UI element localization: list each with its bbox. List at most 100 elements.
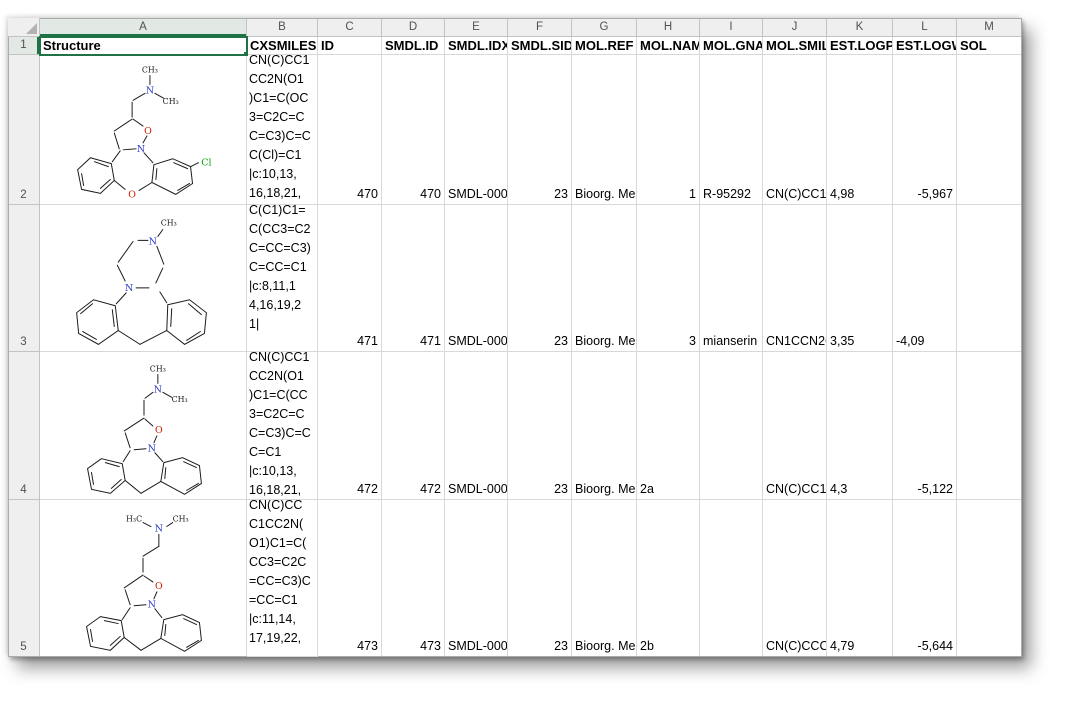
cell-J2[interactable]: CN(C)CC1CC2N(O1)C1=C(OC3=C2C=CC=C3)C=CC(… [763,55,827,205]
cell-H3[interactable]: 3 [637,205,700,352]
cell-G4[interactable]: Bioorg. Med. [572,352,637,500]
column-header-A[interactable]: A [40,18,247,37]
select-all-triangle-icon [26,23,37,34]
cell-F1[interactable]: SMDL.SID [508,37,572,55]
cell-G1[interactable]: MOL.REF [572,37,637,55]
cxsmiles-text: CN(C)CC1 CC2N(O1 )C1=C(OC 3=C2C=C C=C3)C… [249,55,317,203]
cxsmiles-text: CN(C)CC C1CC2N( O1)C1=C( CC3=C2C =CC=C3)… [249,500,317,648]
methyl-label: CH₃ [172,514,188,523]
nitrogen-label: N [148,236,156,247]
cell-D3[interactable]: 471 [382,205,445,352]
cell-H5[interactable]: 2b [637,500,700,657]
cell-I5[interactable] [700,500,763,657]
cell-D4[interactable]: 472 [382,352,445,500]
cell-E4[interactable]: SMDL-000472 [445,352,508,500]
cell-B2[interactable]: CN(C)CC1 CC2N(O1 )C1=C(OC 3=C2C=C C=C3)C… [247,55,318,205]
cell-F3[interactable]: 23 [508,205,572,352]
column-header-E[interactable]: E [445,18,508,37]
cell-A1-selected[interactable]: Structure [40,37,247,55]
cell-K5[interactable]: 4,79 [827,500,893,657]
cell-J4[interactable]: CN(C)CC1CC2N(O1)C1=C(CC3=C2C=CC=C3)C=CC=… [763,352,827,500]
cxsmiles-text: C(C1)C1= C(CC3=C2 C=CC=C3) C=CC=C1 |c:8,… [249,205,317,334]
row-header-4[interactable]: 4 [8,352,40,500]
cell-H1[interactable]: MOL.NAME [637,37,700,55]
oxygen-label: O [154,424,162,435]
row-header-1[interactable]: 1 [8,37,40,55]
cell-M1[interactable]: SOL [957,37,1022,55]
cell-G2[interactable]: Bioorg. Med. [572,55,637,205]
cell-A3[interactable]: CH₃ N N [40,205,247,352]
fill-handle[interactable] [243,51,247,55]
cell-D5[interactable]: 473 [382,500,445,657]
cell-C1[interactable]: ID [318,37,382,55]
column-header-B[interactable]: B [247,18,318,37]
cell-E2[interactable]: SMDL-000470 [445,55,508,205]
column-header-M[interactable]: M [957,18,1022,37]
cell-G5[interactable]: Bioorg. Med. [572,500,637,657]
row-header-5[interactable]: 5 [8,500,40,657]
column-header-K[interactable]: K [827,18,893,37]
cell-K4[interactable]: 4,3 [827,352,893,500]
cell-J1[interactable]: MOL.SMILES [763,37,827,55]
molecule-structure-471: CH₃ N N [41,208,246,349]
cell-F4[interactable]: 23 [508,352,572,500]
cell-G3[interactable]: Bioorg. Med. [572,205,637,352]
nitrogen-label: N [125,282,133,293]
cell-B4[interactable]: CN(C)CC1 CC2N(O1 )C1=C(CC 3=C2C=C C=C3)C… [247,352,318,500]
column-header-L[interactable]: L [893,18,957,37]
column-header-D[interactable]: D [382,18,445,37]
row-header-3[interactable]: 3 [8,205,40,352]
cell-D2[interactable]: 470 [382,55,445,205]
cell-F5[interactable]: 23 [508,500,572,657]
cell-L4[interactable]: -5,122 [893,352,957,500]
cell-M2[interactable] [957,55,1022,205]
column-header-G[interactable]: G [572,18,637,37]
cell-C3[interactable]: 471 [318,205,382,352]
cell-C5[interactable]: 473 [318,500,382,657]
cell-A4[interactable]: CH₃ CH₃ N O N [40,352,247,500]
cell-K1[interactable]: EST.LOGP [827,37,893,55]
oxygen-label: O [154,580,162,591]
select-all-corner[interactable] [8,18,40,37]
column-header-C[interactable]: C [318,18,382,37]
cell-E5[interactable]: SMDL-000473 [445,500,508,657]
cell-E1[interactable]: SMDL.IDX [445,37,508,55]
cell-H2[interactable]: 1 [637,55,700,205]
column-header-I[interactable]: I [700,18,763,37]
cell-C2[interactable]: 470 [318,55,382,205]
methyl-label: H₃C [126,514,142,523]
cell-C4[interactable]: 472 [318,352,382,500]
oxygen-label: O [144,125,152,136]
cell-A2[interactable]: CH₃ CH₃ N O N O Cl [40,55,247,205]
row-header-2[interactable]: 2 [8,55,40,205]
cell-L5[interactable]: -5,644 [893,500,957,657]
cell-M4[interactable] [957,352,1022,500]
cell-L2[interactable]: -5,967 [893,55,957,205]
cell-E3[interactable]: SMDL-000471 [445,205,508,352]
cell-M5[interactable] [957,500,1022,657]
cell-D1[interactable]: SMDL.ID [382,37,445,55]
methyl-label: CH₃ [160,218,176,227]
cell-I4[interactable] [700,352,763,500]
cell-M3[interactable] [957,205,1022,352]
cell-L3[interactable]: -4,09 [893,205,957,352]
nitrogen-label: N [147,443,155,454]
cell-F2[interactable]: 23 [508,55,572,205]
cell-B1[interactable]: CXSMILES [247,37,318,55]
cell-K2[interactable]: 4,98 [827,55,893,205]
column-header-H[interactable]: H [637,18,700,37]
cell-I1[interactable]: MOL.GNAME [700,37,763,55]
column-header-J[interactable]: J [763,18,827,37]
cell-B3[interactable]: C(C1)C1= C(CC3=C2 C=CC=C3) C=CC=C1 |c:8,… [247,205,318,352]
cell-L1[interactable]: EST.LOGWSOL [893,37,957,55]
cell-I2[interactable]: R-95292 [700,55,763,205]
cell-J5[interactable]: CN(C)CCC1CC2N(O1)C1=C(CC3=C2C=CC=C3)C=CC… [763,500,827,657]
column-header-F[interactable]: F [508,18,572,37]
oxygen-label: O [128,189,136,200]
cell-H4[interactable]: 2a [637,352,700,500]
cell-I3[interactable]: mianserin [700,205,763,352]
cell-K3[interactable]: 3,35 [827,205,893,352]
cell-B5[interactable]: CN(C)CC C1CC2N( O1)C1=C( CC3=C2C =CC=C3)… [247,500,318,657]
cell-J3[interactable]: CN1CCN2C(C1)C1=C(CC3=C2C=CC=C3)C=CC=C1 [763,205,827,352]
cell-A5[interactable]: H₃C CH₃ N O N [40,500,247,657]
